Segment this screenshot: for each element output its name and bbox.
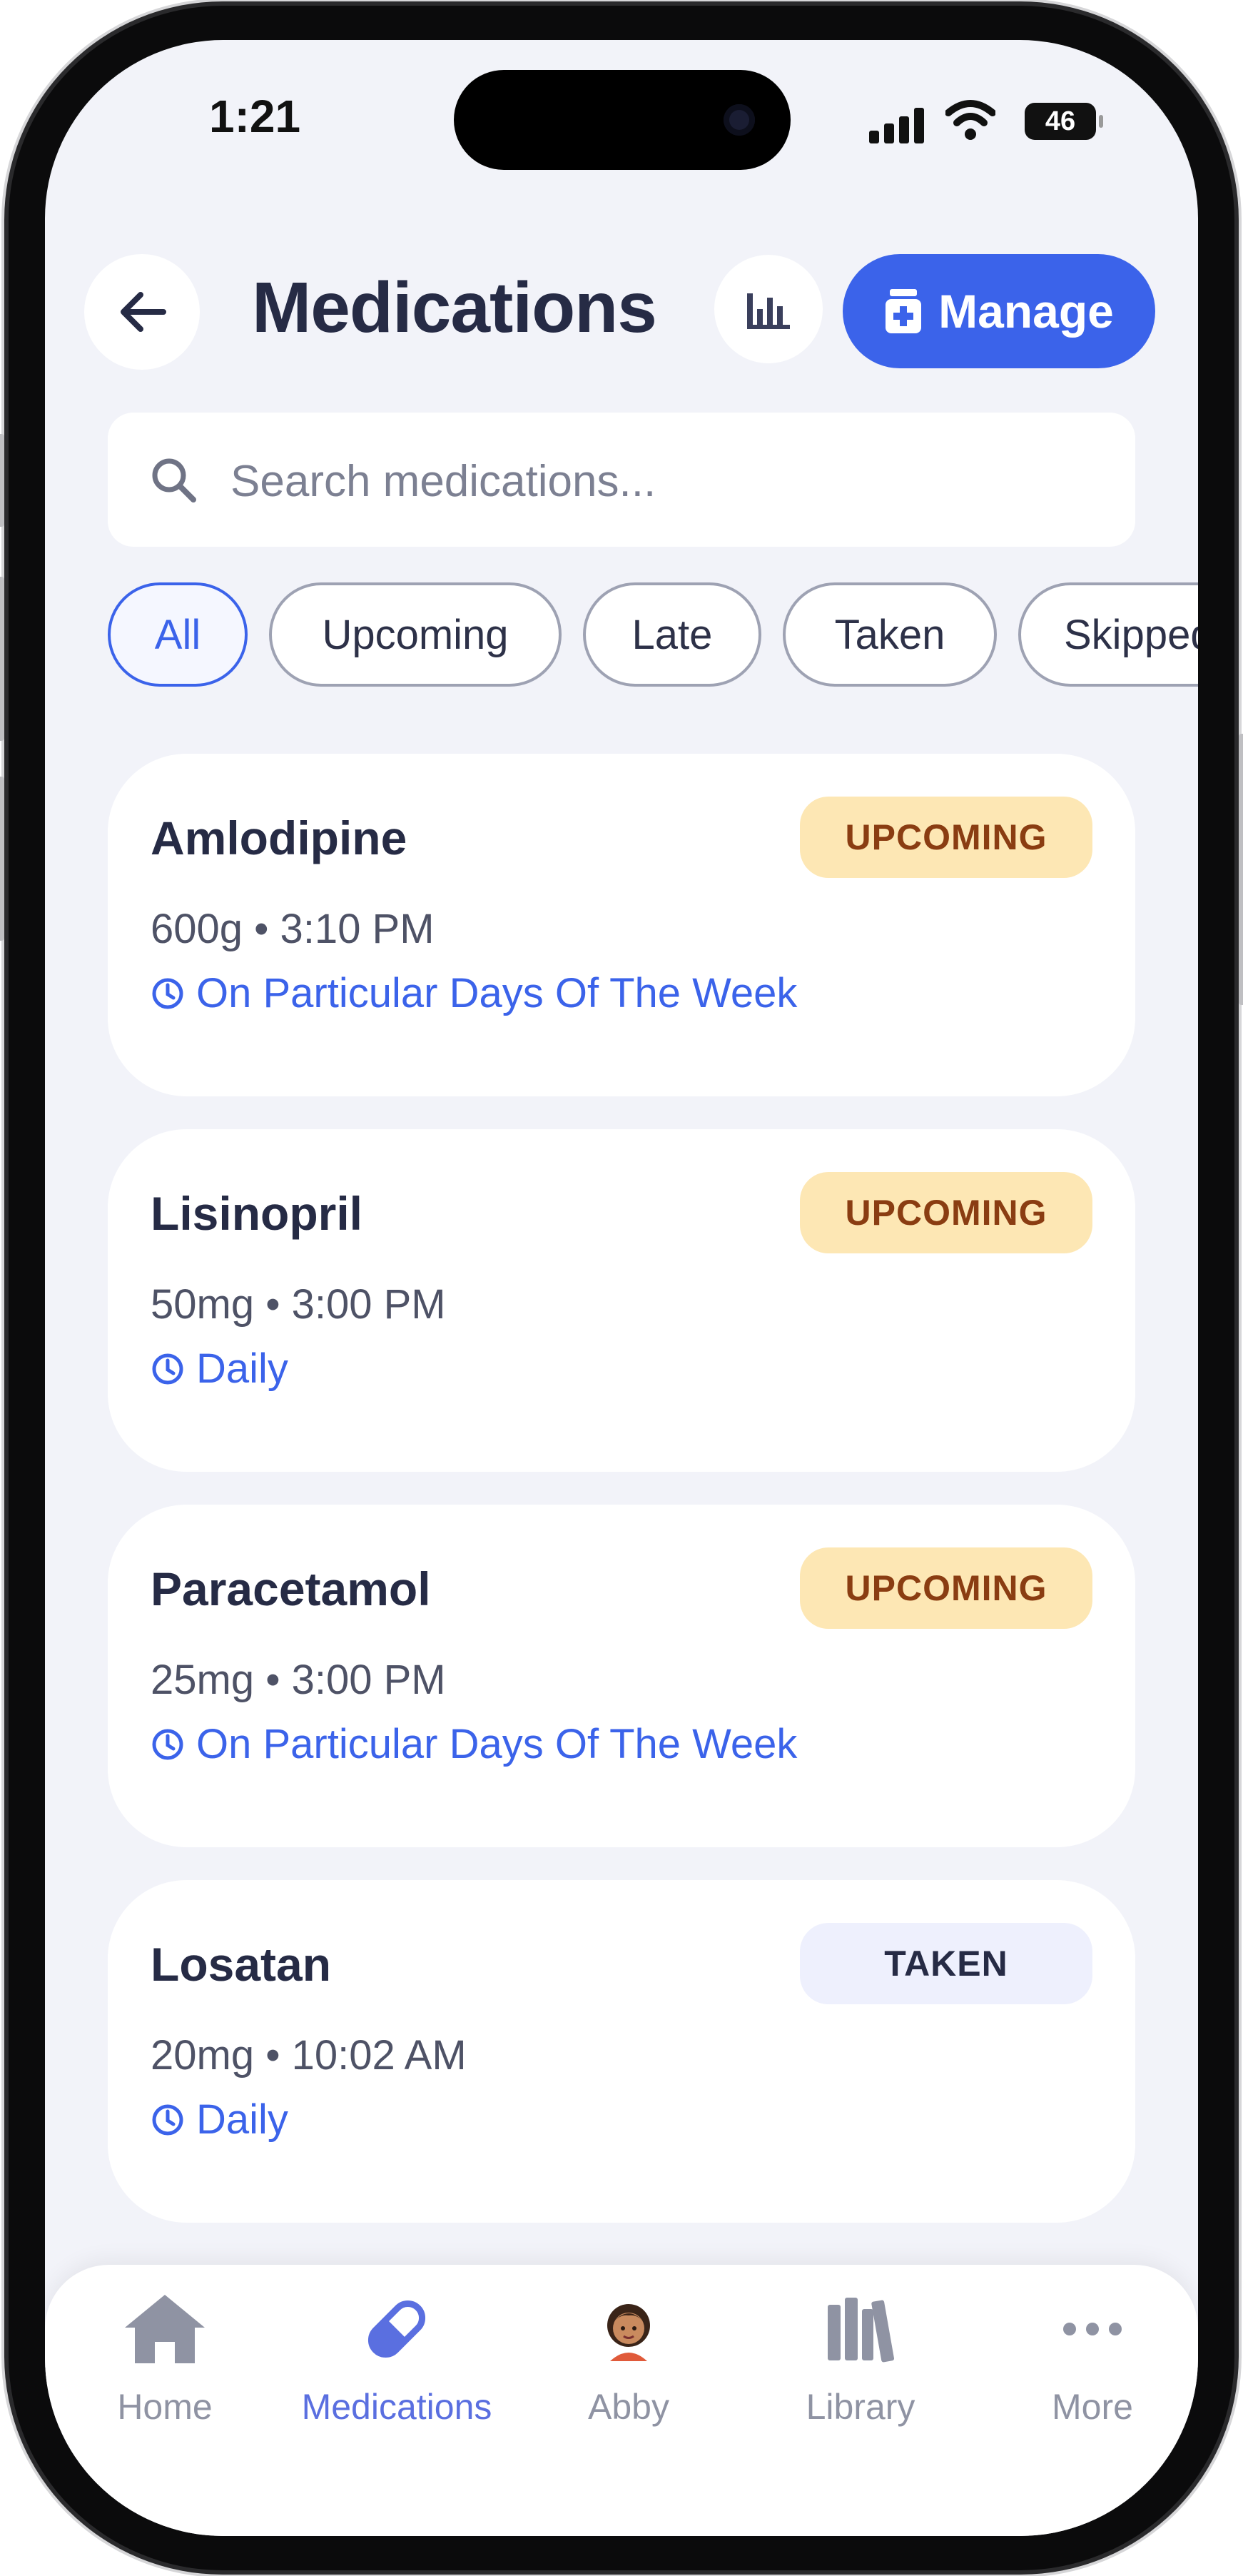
volume-down-button — [0, 777, 4, 941]
medication-name: Paracetamol — [151, 1562, 431, 1615]
medication-card[interactable]: Amlodipine UPCOMING 600g • 3:10 PM On Pa… — [108, 754, 1135, 1096]
status-badge: UPCOMING — [800, 1547, 1092, 1629]
tab-medications[interactable]: Medications — [290, 2279, 504, 2450]
action-button — [0, 434, 4, 527]
schedule: Daily — [151, 1345, 288, 1393]
home-icon — [125, 2295, 205, 2363]
schedule-label: On Particular Days Of The Week — [196, 1721, 798, 1767]
status-badge: UPCOMING — [800, 797, 1092, 878]
medicine-box-icon — [886, 289, 922, 333]
medication-name: Amlodipine — [151, 812, 407, 864]
status-badge: UPCOMING — [800, 1172, 1092, 1253]
dynamic-island — [454, 70, 791, 170]
search-input[interactable] — [229, 441, 1088, 521]
volume-up-button — [0, 577, 4, 741]
medication-name: Lisinopril — [151, 1187, 362, 1240]
battery-indicator: 46 — [1025, 103, 1103, 140]
dose-time: 50mg • 3:00 PM — [151, 1281, 446, 1328]
tab-abby[interactable]: Abby — [522, 2279, 736, 2450]
search-icon — [152, 458, 196, 502]
schedule-label: Daily — [196, 2096, 288, 2143]
tab-label: Library — [806, 2387, 915, 2427]
tab-home[interactable]: Home — [58, 2279, 272, 2450]
signal-icon — [869, 108, 926, 143]
dose-time: 25mg • 3:00 PM — [151, 1657, 446, 1703]
medication-name: Losatan — [151, 1938, 332, 1991]
filter-chip-skipped[interactable]: Skipped — [1018, 582, 1198, 687]
status-time: 1:21 — [209, 91, 301, 142]
schedule: On Particular Days Of The Week — [151, 969, 797, 1017]
tab-label: Medications — [301, 2387, 492, 2427]
back-button[interactable] — [84, 254, 200, 370]
page-title: Medications — [252, 268, 657, 348]
medication-card[interactable]: Paracetamol UPCOMING 25mg • 3:00 PM On P… — [108, 1505, 1135, 1847]
more-icon — [1063, 2323, 1122, 2335]
bottom-tab-bar: Home Medications Abby Library More — [45, 2265, 1198, 2536]
tab-label: Abby — [588, 2387, 669, 2427]
filter-chip-upcoming[interactable]: Upcoming — [269, 582, 562, 687]
clock-icon — [152, 2104, 183, 2135]
clock-icon — [152, 978, 183, 1009]
power-button — [1239, 734, 1243, 1005]
tab-library[interactable]: Library — [754, 2279, 968, 2450]
medication-card[interactable]: Losatan TAKEN 20mg • 10:02 AM Daily — [108, 1880, 1135, 2223]
camera-lens — [724, 104, 755, 136]
clock-icon — [152, 1729, 183, 1759]
battery-level: 46 — [1045, 106, 1076, 136]
schedule-label: On Particular Days Of The Week — [196, 970, 798, 1016]
filter-chip-taken[interactable]: Taken — [783, 582, 997, 687]
tab-more[interactable]: More — [985, 2279, 1198, 2450]
schedule-label: Daily — [196, 1345, 288, 1392]
schedule: On Particular Days Of The Week — [151, 1720, 797, 1768]
schedule: Daily — [151, 2096, 288, 2143]
dose-time: 20mg • 10:02 AM — [151, 2032, 467, 2079]
status-bar: 1:21 46 — [45, 40, 1198, 197]
tab-label: Home — [117, 2387, 213, 2427]
stats-button[interactable] — [714, 255, 823, 363]
library-icon — [828, 2298, 895, 2363]
clock-icon — [152, 1353, 183, 1384]
app-screen: 1:21 46 Medications Manage Search medica… — [45, 40, 1198, 2536]
search-bar[interactable] — [108, 413, 1135, 547]
medication-card[interactable]: Lisinopril UPCOMING 50mg • 3:00 PM Daily — [108, 1129, 1135, 1472]
manage-button[interactable]: Manage — [843, 254, 1155, 368]
pill-icon — [367, 2300, 426, 2358]
filter-chip-late[interactable]: Late — [583, 582, 761, 687]
arrow-left-icon — [121, 292, 166, 332]
filter-chips: All Upcoming Late Taken Skipped — [108, 582, 1198, 690]
dose-time: 600g • 3:10 PM — [151, 906, 435, 952]
wifi-icon — [945, 100, 995, 140]
bar-chart-icon — [747, 293, 790, 329]
filter-chip-all[interactable]: All — [108, 582, 248, 687]
status-badge: TAKEN — [800, 1923, 1092, 2004]
avatar-icon — [607, 2304, 650, 2361]
manage-label: Manage — [938, 285, 1114, 338]
tab-label: More — [1052, 2387, 1133, 2427]
